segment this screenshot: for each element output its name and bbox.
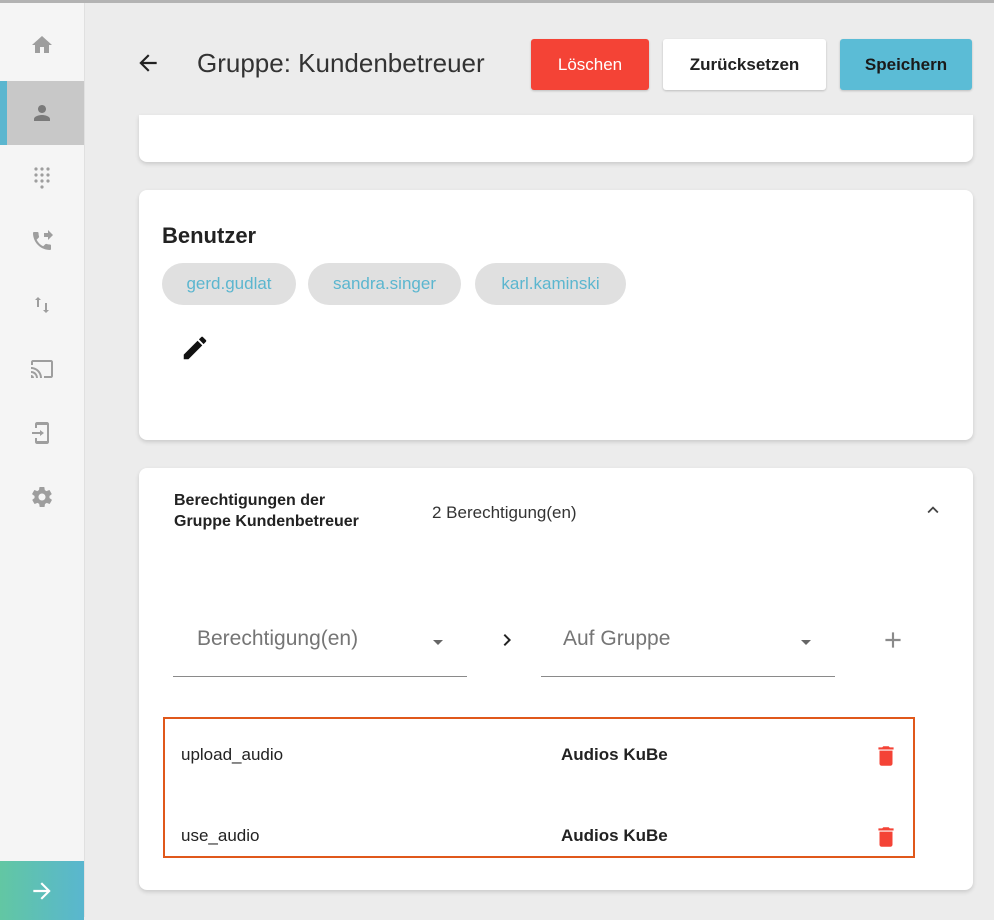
sidebar-item-users[interactable]	[0, 81, 84, 145]
sidebar	[0, 3, 85, 920]
group-select-placeholder: Auf Gruppe	[563, 627, 671, 650]
permission-row: use_audio Audios KuBe	[165, 816, 913, 856]
permission-select-placeholder: Berechtigung(en)	[197, 627, 359, 650]
permission-select[interactable]: Berechtigung(en)	[173, 610, 467, 677]
collapse-button[interactable]	[919, 496, 947, 524]
permission-name: use_audio	[181, 826, 260, 845]
trash-icon	[878, 746, 894, 766]
add-permission-button[interactable]	[879, 626, 907, 654]
cast-icon	[31, 360, 53, 378]
device-login-icon	[32, 422, 49, 444]
permission-group: Audios KuBe	[561, 826, 668, 845]
chevron-right-icon	[495, 628, 519, 652]
permissions-card: Berechtigungen der Gruppe Kundenbetreuer…	[139, 468, 973, 890]
group-select[interactable]: Auf Gruppe	[541, 610, 835, 677]
sidebar-expand-button[interactable]	[0, 861, 84, 920]
permissions-title: Berechtigungen der Gruppe Kundenbetreuer	[174, 490, 384, 532]
save-button[interactable]: Speichern	[840, 39, 972, 90]
delete-permission-button[interactable]	[873, 822, 899, 852]
sidebar-item-settings[interactable]	[0, 465, 84, 529]
permissions-title-line2: Gruppe Kundenbetreuer	[174, 513, 359, 530]
caret-down-icon	[426, 630, 450, 654]
permission-row: upload_audio Audios KuBe	[165, 735, 913, 775]
users-title: Benutzer	[162, 223, 257, 248]
reset-button[interactable]: Zurücksetzen	[663, 39, 826, 90]
edit-users-button[interactable]	[179, 332, 211, 364]
permission-list: upload_audio Audios KuBe use_audio Audio…	[163, 717, 915, 858]
user-icon	[34, 105, 50, 121]
home-icon	[32, 36, 52, 53]
call-forward-icon	[33, 230, 53, 250]
arrow-right-icon	[33, 881, 51, 900]
user-chip[interactable]: karl.kaminski	[475, 263, 626, 305]
sidebar-item-call-forward[interactable]	[0, 209, 84, 273]
trash-icon	[878, 827, 894, 847]
pencil-icon	[183, 336, 207, 360]
permissions-count: 2 Berechtigung(en)	[432, 503, 577, 522]
group-details-card	[139, 115, 973, 162]
permission-group: Audios KuBe	[561, 745, 668, 764]
sidebar-item-cast[interactable]	[0, 337, 84, 401]
page-title: Gruppe: Kundenbetreuer	[197, 48, 485, 78]
plus-icon	[885, 632, 901, 648]
user-chip[interactable]: sandra.singer	[308, 263, 461, 305]
permissions-title-line1: Berechtigungen der	[174, 492, 326, 509]
user-chip[interactable]: gerd.gudlat	[162, 263, 296, 305]
permission-name: upload_audio	[181, 745, 284, 764]
caret-down-icon	[794, 630, 818, 654]
gear-icon	[32, 487, 52, 507]
sidebar-item-device[interactable]	[0, 401, 84, 465]
users-card: Benutzer gerd.gudlat sandra.singer karl.…	[139, 190, 973, 440]
back-button[interactable]	[134, 49, 162, 77]
chevron-up-icon	[927, 506, 939, 514]
dialpad-icon	[34, 167, 50, 189]
arrow-left-icon	[139, 54, 157, 72]
delete-button[interactable]: Löschen	[531, 39, 649, 90]
swap-vertical-icon	[35, 297, 49, 313]
sidebar-item-dialpad[interactable]	[0, 145, 84, 209]
sidebar-item-transfer[interactable]	[0, 273, 84, 337]
sidebar-item-home[interactable]	[0, 13, 84, 77]
page-header: Gruppe: Kundenbetreuer Löschen Zurückset…	[84, 3, 994, 115]
delete-permission-button[interactable]	[873, 741, 899, 771]
